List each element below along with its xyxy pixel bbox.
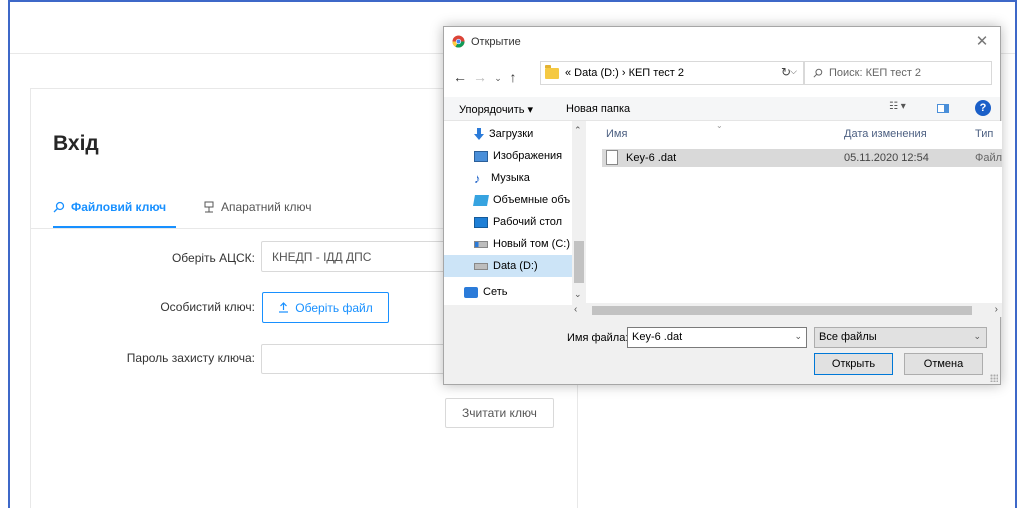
nav-item-label: Загрузки — [489, 128, 534, 140]
downloads-icon — [474, 128, 484, 140]
dialog-toolbar: Упорядочить ▾ Новая папка ☷ ▾ ? — [444, 97, 1000, 121]
nav-item-label: Изображения — [493, 150, 563, 162]
address-bar[interactable]: « Data (D:) › КЕП тест 2 ⌵ — [540, 61, 804, 85]
sort-indicator-icon: ⌄ — [716, 121, 723, 130]
tab-file-key[interactable]: Файловий ключ — [53, 200, 166, 214]
drive-icon — [474, 262, 488, 270]
nav-item-3d-objects[interactable]: Объемные объ — [444, 189, 572, 211]
forward-arrow-icon[interactable]: → — [472, 69, 488, 85]
page-title: Вхід — [53, 132, 99, 155]
list-item[interactable]: Key-6 .dat 05.11.2020 12:54 Файл — [602, 149, 1002, 167]
breadcrumb: « Data (D:) › КЕП тест 2 — [565, 67, 685, 79]
key-password-label: Пароль захисту ключа: — [126, 351, 255, 365]
nav-item-network[interactable]: Сеть — [444, 281, 572, 303]
tab-file-key-label: Файловий ключ — [71, 200, 167, 214]
nav-item-label: Data (D:) — [493, 260, 538, 272]
column-name[interactable]: Имя — [606, 128, 627, 140]
network-icon — [464, 286, 478, 298]
nav-item-label: Объемные объ — [493, 194, 571, 206]
filename-label: Имя файла: — [567, 332, 629, 344]
search-icon — [53, 201, 65, 213]
nav-item-label: Новый том (C:) — [493, 238, 570, 250]
scroll-left-icon[interactable]: ‹ — [574, 304, 577, 315]
view-options-icon[interactable]: ☷ ▾ — [889, 101, 906, 112]
up-arrow-icon[interactable]: ↑ — [505, 69, 521, 85]
nav-item-downloads[interactable]: Загрузки — [444, 123, 572, 145]
scroll-thumb[interactable] — [574, 241, 584, 283]
nav-pane-scrollbar[interactable]: ⌃ ⌄ — [572, 121, 586, 305]
file-icon — [606, 150, 618, 165]
open-file-dialog: Открытие ✕ ← → ⌄ ↑ « Data (D:) › КЕП тес… — [443, 26, 1002, 385]
upload-icon — [279, 302, 289, 313]
scroll-up-icon[interactable]: ⌃ — [574, 125, 582, 136]
open-button[interactable]: Открыть — [814, 353, 893, 375]
back-arrow-icon[interactable]: ← — [452, 69, 468, 85]
organize-button[interactable]: Упорядочить ▾ — [459, 103, 533, 116]
file-list-hscrollbar[interactable]: ‹ › — [574, 303, 1002, 317]
chevron-down-icon[interactable]: ⌄ — [973, 331, 981, 342]
chrome-icon — [452, 35, 465, 48]
recent-locations-icon[interactable]: ⌄ — [490, 73, 506, 84]
filetype-value: Все файлы — [819, 331, 877, 343]
scroll-right-icon[interactable]: › — [995, 304, 998, 315]
nav-item-desktop[interactable]: Рабочий стол — [444, 211, 572, 233]
tab-hardware-key[interactable]: Апаратний ключ — [203, 200, 312, 214]
scroll-down-icon[interactable]: ⌄ — [574, 289, 582, 300]
usb-key-icon — [204, 201, 214, 213]
key-password-input[interactable] — [261, 344, 451, 374]
folder-icon — [545, 64, 559, 79]
search-icon — [813, 68, 823, 78]
drive-icon — [474, 240, 488, 248]
nav-item-label: Музыка — [491, 172, 530, 184]
music-icon: ♪ — [474, 170, 481, 186]
scroll-thumb[interactable] — [592, 306, 972, 315]
column-date[interactable]: Дата изменения — [844, 128, 927, 140]
nav-item-label: Рабочий стол — [493, 216, 563, 228]
search-placeholder: Поиск: КЕП тест 2 — [829, 67, 922, 79]
close-icon[interactable]: ✕ — [974, 32, 990, 50]
acsk-label: Оберіть АЦСК: — [171, 251, 255, 265]
cancel-button[interactable]: Отмена — [904, 353, 983, 375]
nav-item-label: Сеть — [483, 286, 508, 298]
refresh-icon[interactable]: ↻ — [774, 61, 798, 85]
file-type: Файл — [975, 152, 1002, 164]
help-icon[interactable]: ? — [975, 100, 991, 116]
acsk-select[interactable]: КНЕДП - ІДД ДПС — [261, 241, 451, 272]
desktop-icon — [474, 216, 488, 228]
images-icon — [474, 150, 488, 162]
choose-file-label: Оберіть файл — [295, 300, 373, 315]
column-header: ⌄ Имя Дата изменения Тип — [586, 121, 1002, 143]
read-key-button[interactable]: Зчитати ключ — [445, 398, 554, 428]
filetype-select[interactable]: Все файлы ⌄ — [814, 327, 987, 348]
dialog-titlebar: Открытие ✕ — [444, 27, 1000, 57]
column-type[interactable]: Тип — [975, 128, 993, 140]
file-list: ⌄ Имя Дата изменения Тип Key-6 .dat 05.1… — [586, 121, 1002, 303]
file-date: 05.11.2020 12:54 — [844, 152, 929, 164]
choose-file-button[interactable]: Оберіть файл — [262, 292, 389, 323]
resize-grip[interactable] — [990, 374, 998, 382]
preview-pane-icon[interactable] — [937, 104, 949, 113]
nav-item-music[interactable]: ♪ Музыка — [444, 167, 572, 189]
nav-item-images[interactable]: Изображения — [444, 145, 572, 167]
filename-input[interactable]: Key-6 .dat ⌄ — [627, 327, 807, 348]
nav-item-drive-d[interactable]: Data (D:) — [444, 255, 572, 277]
dialog-title: Открытие — [471, 36, 521, 48]
navigation-pane: Загрузки Изображения ♪ Музыка Объемные о… — [444, 121, 572, 305]
chevron-down-icon[interactable]: ⌄ — [794, 331, 802, 342]
tab-hardware-key-label: Апаратний ключ — [221, 200, 312, 214]
nav-item-drive-c[interactable]: Новый том (C:) — [444, 233, 572, 255]
filename-value: Key-6 .dat — [632, 331, 683, 343]
file-name: Key-6 .dat — [626, 152, 677, 164]
new-folder-button[interactable]: Новая папка — [566, 103, 630, 115]
search-input[interactable]: Поиск: КЕП тест 2 — [804, 61, 992, 85]
3d-objects-icon — [473, 194, 489, 206]
private-key-label: Особистий ключ: — [160, 300, 255, 314]
